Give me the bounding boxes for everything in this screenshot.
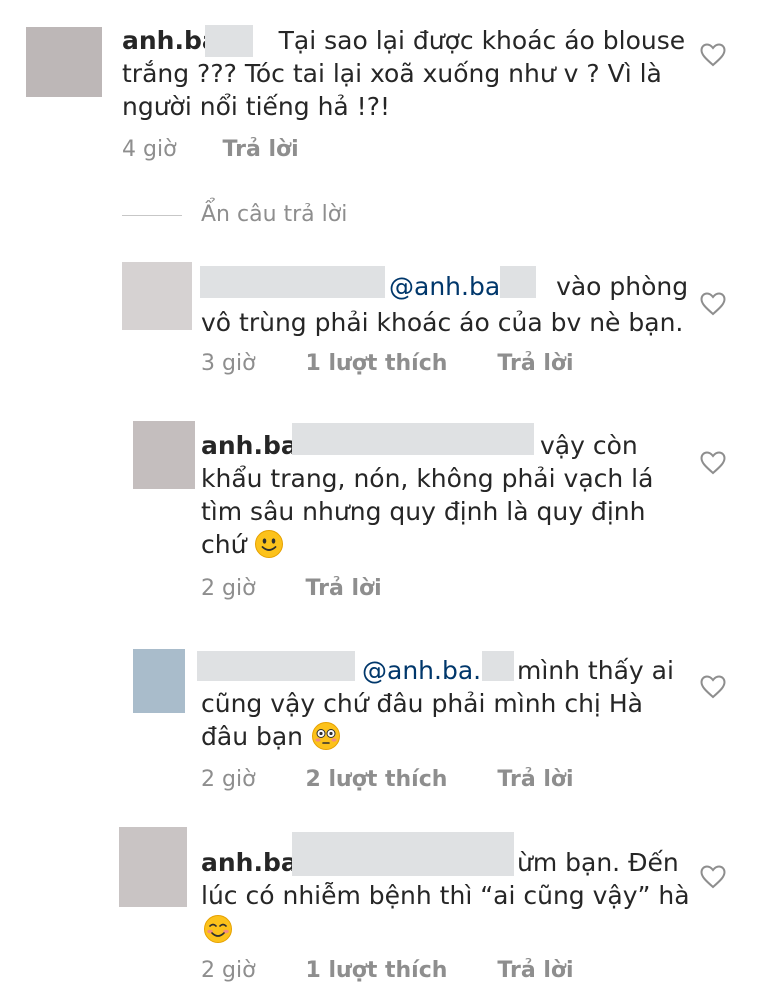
- commenter-avatar[interactable]: [133, 649, 185, 713]
- comment-text: @anh.ba vào phòng: [389, 270, 688, 303]
- redacted-username: [500, 266, 536, 298]
- reply-button[interactable]: Trả lời: [497, 767, 573, 792]
- comment-meta: 3 giờ 1 lượt thích Trả lời: [201, 350, 574, 378]
- redacted-username: [200, 266, 385, 298]
- likes-count[interactable]: 1 lượt thích: [306, 958, 448, 983]
- comment-body-line: đâu bạn: [201, 722, 304, 751]
- commenter-avatar[interactable]: [26, 27, 102, 97]
- comment-text: @anh.ba.: [362, 654, 481, 687]
- commenter-avatar[interactable]: [133, 421, 195, 489]
- mention-link[interactable]: @anh.ba: [389, 272, 500, 301]
- hide-replies-button[interactable]: Ẩn câu trả lời: [201, 201, 347, 229]
- heart-outline-icon[interactable]: [700, 675, 726, 699]
- flushed-face-icon: [311, 722, 340, 750]
- redacted-username: [482, 651, 514, 681]
- smiling-face-icon: [255, 530, 284, 558]
- comment-body-line: mình thấy ai: [517, 656, 674, 685]
- mention-link[interactable]: @anh.ba.: [362, 656, 481, 685]
- comment-meta: 2 giờ 2 lượt thích Trả lời: [201, 766, 574, 794]
- comment-body-line: vào phòng: [556, 272, 689, 301]
- comment-body-line: người nổi tiếng hả !?!: [122, 92, 390, 121]
- reply-button[interactable]: Trả lời: [497, 351, 573, 376]
- reply-button[interactable]: Trả lời: [306, 576, 382, 601]
- reply-button[interactable]: Trả lời: [497, 958, 573, 983]
- heart-outline-icon[interactable]: [700, 292, 726, 316]
- redacted-username: [205, 25, 253, 57]
- comment-body-line: vô trùng phải khoác áo của bv nè bạn.: [201, 308, 684, 337]
- comment-body-line: ừm bạn. Đến: [517, 848, 679, 877]
- comment-text: đâu bạn: [201, 720, 341, 753]
- blushing-face-icon: [204, 915, 232, 943]
- likes-count[interactable]: 1 lượt thích: [306, 351, 448, 376]
- comment-body-line: trắng ??? Tóc tai lại xoã xuống như v ? …: [122, 59, 662, 88]
- comment-meta: 2 giờ Trả lời: [201, 575, 382, 603]
- commenter-avatar[interactable]: [119, 827, 187, 907]
- redacted-username: [197, 651, 355, 681]
- comment-body-line: lúc có nhiễm bệnh thì “ai cũng vậy” hà: [201, 881, 690, 910]
- comment-time: 2 giờ: [201, 576, 256, 601]
- comment-body-line: tìm sâu nhưng quy định là quy định: [201, 497, 646, 526]
- heart-outline-icon[interactable]: [700, 451, 726, 475]
- comment-time: 3 giờ: [201, 351, 256, 376]
- redacted-username: [292, 423, 534, 455]
- likes-count[interactable]: 2 lượt thích: [306, 767, 448, 792]
- comment-body-line: cũng vậy chứ đâu phải mình chị Hà: [201, 689, 643, 718]
- redacted-username: [292, 832, 514, 876]
- commenter-avatar[interactable]: [122, 262, 192, 330]
- comment-body-line: vậy còn: [540, 431, 638, 460]
- hide-replies-divider: [122, 215, 182, 216]
- comment-text: chứ: [201, 528, 284, 561]
- comment-meta: 2 giờ 1 lượt thích Trả lời: [201, 957, 574, 985]
- heart-outline-icon[interactable]: [700, 865, 726, 889]
- comment-body-line: khẩu trang, nón, không phải vạch lá: [201, 464, 654, 493]
- comment-time: 4 giờ: [122, 137, 177, 162]
- heart-outline-icon[interactable]: [700, 43, 726, 67]
- comment-meta: 4 giờ Trả lời: [122, 136, 299, 164]
- comment-body-line: chứ: [201, 530, 247, 559]
- comment-time: 2 giờ: [201, 958, 256, 983]
- reply-button[interactable]: Trả lời: [223, 137, 299, 162]
- comment-time: 2 giờ: [201, 767, 256, 792]
- comment-body-line: Tại sao lại được khoác áo blouse: [278, 26, 686, 55]
